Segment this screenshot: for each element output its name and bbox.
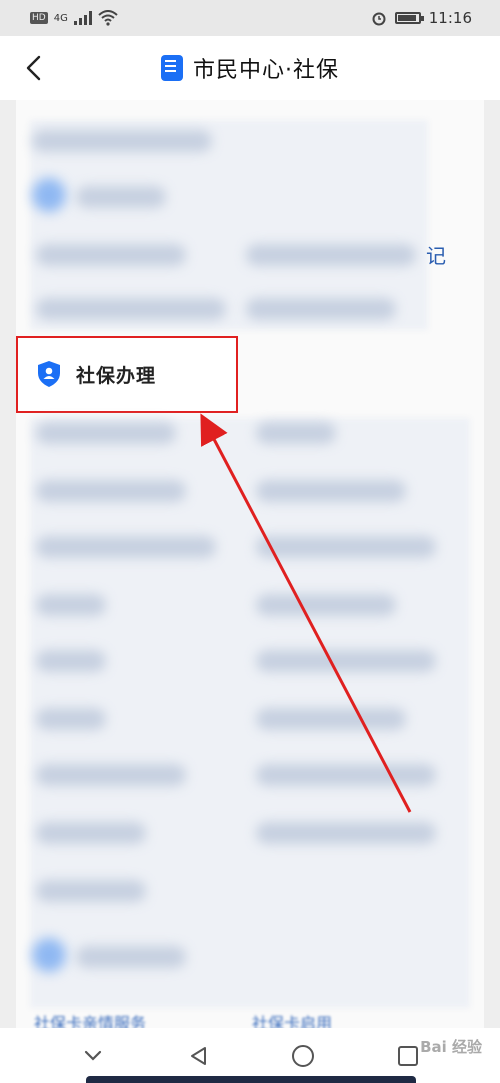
square-recent-icon <box>397 1045 418 1066</box>
chevron-down-icon <box>84 1050 101 1061</box>
nav-home-button[interactable] <box>285 1038 321 1074</box>
nav-collapse-button[interactable] <box>75 1038 111 1074</box>
annotation-arrow <box>200 413 412 813</box>
nav-back-button[interactable] <box>180 1038 216 1074</box>
watermark-logo: Bai 经验 <box>420 1038 482 1056</box>
home-indicator <box>86 1076 416 1083</box>
triangle-back-icon <box>190 1046 206 1065</box>
circle-home-icon <box>291 1044 314 1067</box>
